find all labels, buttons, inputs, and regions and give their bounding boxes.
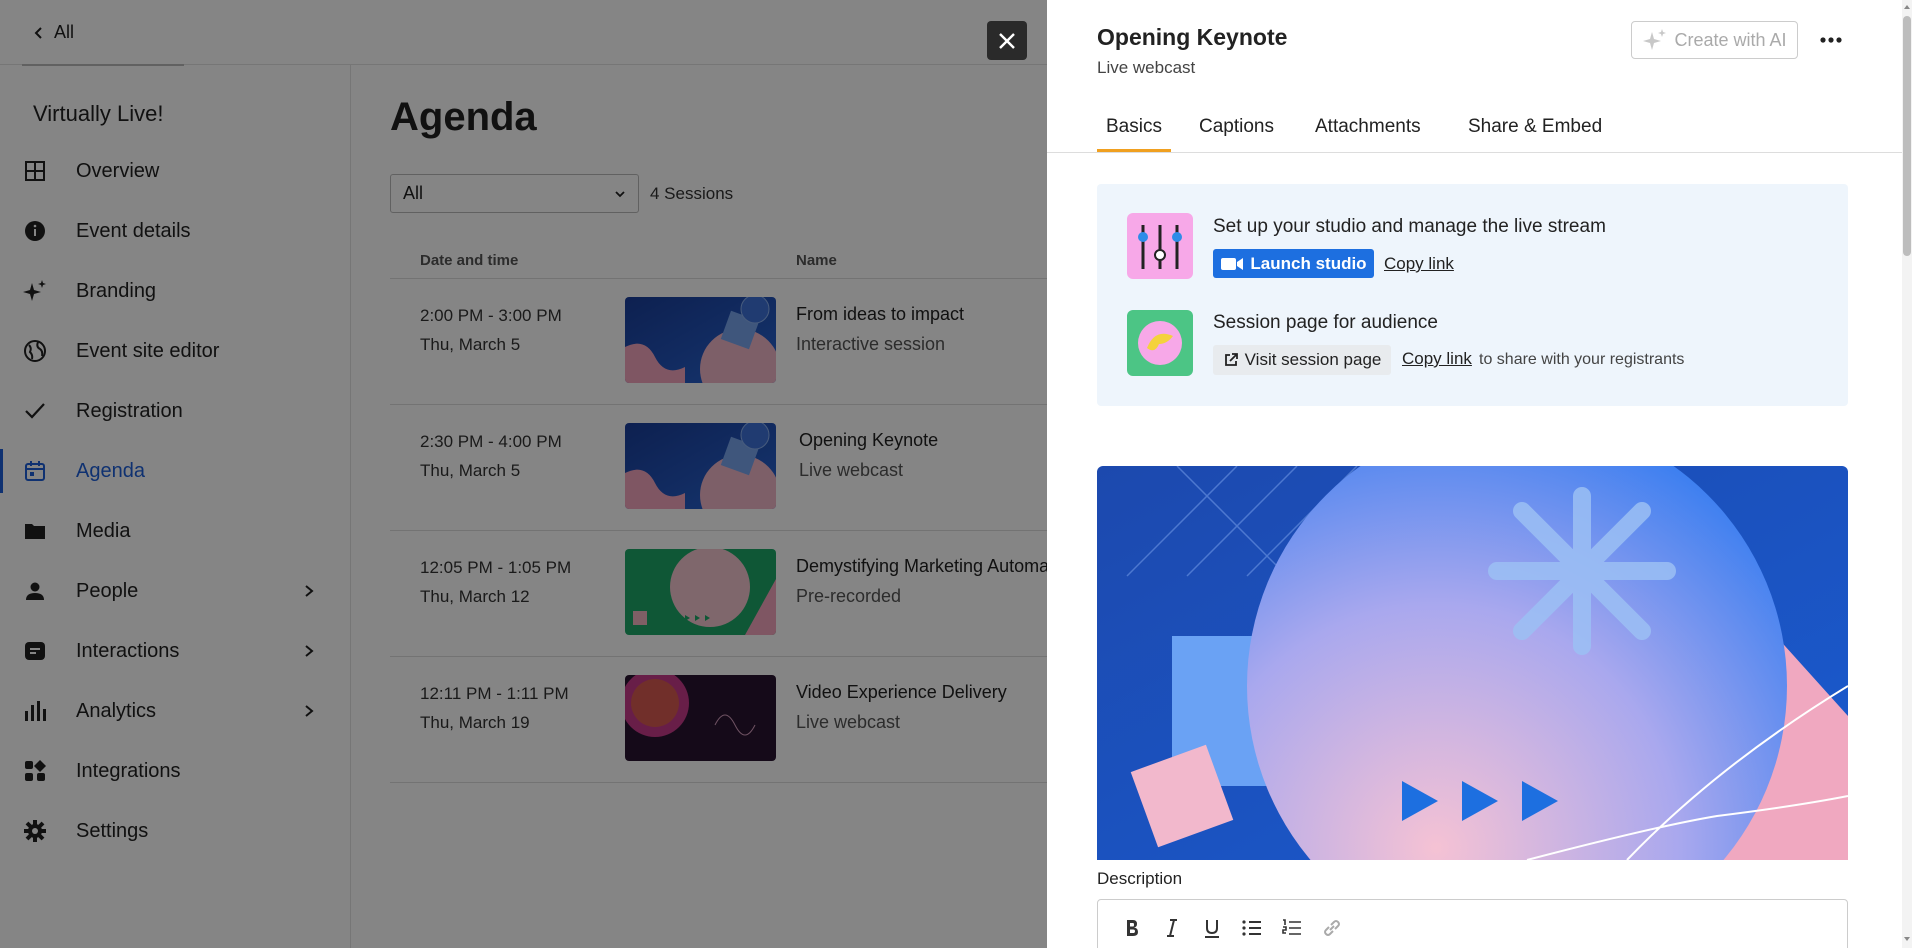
underline-icon[interactable] — [1200, 916, 1224, 940]
launch-studio-label: Launch studio — [1250, 253, 1367, 273]
italic-icon[interactable] — [1160, 916, 1184, 940]
tab-share-embed[interactable]: Share & Embed — [1468, 116, 1602, 152]
panel-subtitle: Live webcast — [1097, 58, 1196, 77]
more-horizontal-icon — [1820, 37, 1842, 43]
panel-scrollbar[interactable] — [1902, 0, 1912, 948]
panel-title: Opening Keynote — [1097, 24, 1288, 50]
editor-toolbar — [1120, 916, 1344, 940]
tab-basics[interactable]: Basics — [1097, 116, 1171, 152]
numbered-list-icon[interactable] — [1280, 916, 1304, 940]
session-detail-panel: Opening Keynote Live webcast Create with… — [1047, 0, 1912, 948]
audience-copy-link[interactable]: Copy link — [1402, 349, 1472, 369]
studio-copy-link[interactable]: Copy link — [1384, 254, 1454, 274]
studio-mixer-icon — [1127, 213, 1193, 279]
bullet-list-icon[interactable] — [1240, 916, 1264, 940]
launch-studio-button[interactable]: Launch studio — [1213, 249, 1374, 278]
more-options-button[interactable] — [1814, 26, 1848, 54]
bold-icon[interactable] — [1120, 916, 1144, 940]
create-with-ai-label: Create with AI — [1674, 29, 1787, 50]
external-link-icon — [1224, 353, 1238, 366]
scroll-thumb[interactable] — [1903, 16, 1911, 256]
session-links-box: Set up your studio and manage the live s… — [1097, 184, 1848, 406]
tab-captions[interactable]: Captions — [1199, 116, 1274, 152]
description-label: Description — [1097, 869, 1183, 888]
description-editor[interactable] — [1097, 899, 1848, 948]
share-hint-text: to share with your registrants — [1479, 351, 1685, 368]
video-camera-icon — [1221, 257, 1244, 270]
studio-heading: Set up your studio and manage the live s… — [1213, 216, 1606, 237]
link-icon[interactable] — [1320, 916, 1344, 940]
panel-tabs: Basics Captions Attachments Share & Embe… — [1047, 108, 1902, 153]
visit-session-page-button[interactable]: Visit session page — [1213, 345, 1391, 375]
create-with-ai-button[interactable]: Create with AI — [1631, 21, 1798, 59]
scroll-up-arrow-icon[interactable] — [1903, 2, 1911, 12]
sparkle-icon — [1643, 29, 1667, 50]
audience-page-icon — [1127, 310, 1193, 376]
scroll-down-arrow-icon[interactable] — [1903, 934, 1911, 944]
modal-backdrop[interactable] — [0, 0, 1047, 948]
close-icon — [999, 32, 1015, 49]
visit-session-page-label: Visit session page — [1244, 350, 1382, 369]
tab-attachments[interactable]: Attachments — [1315, 116, 1421, 152]
close-panel-button[interactable] — [987, 21, 1027, 60]
audience-heading: Session page for audience — [1213, 312, 1438, 333]
session-cover-image[interactable] — [1097, 466, 1848, 860]
